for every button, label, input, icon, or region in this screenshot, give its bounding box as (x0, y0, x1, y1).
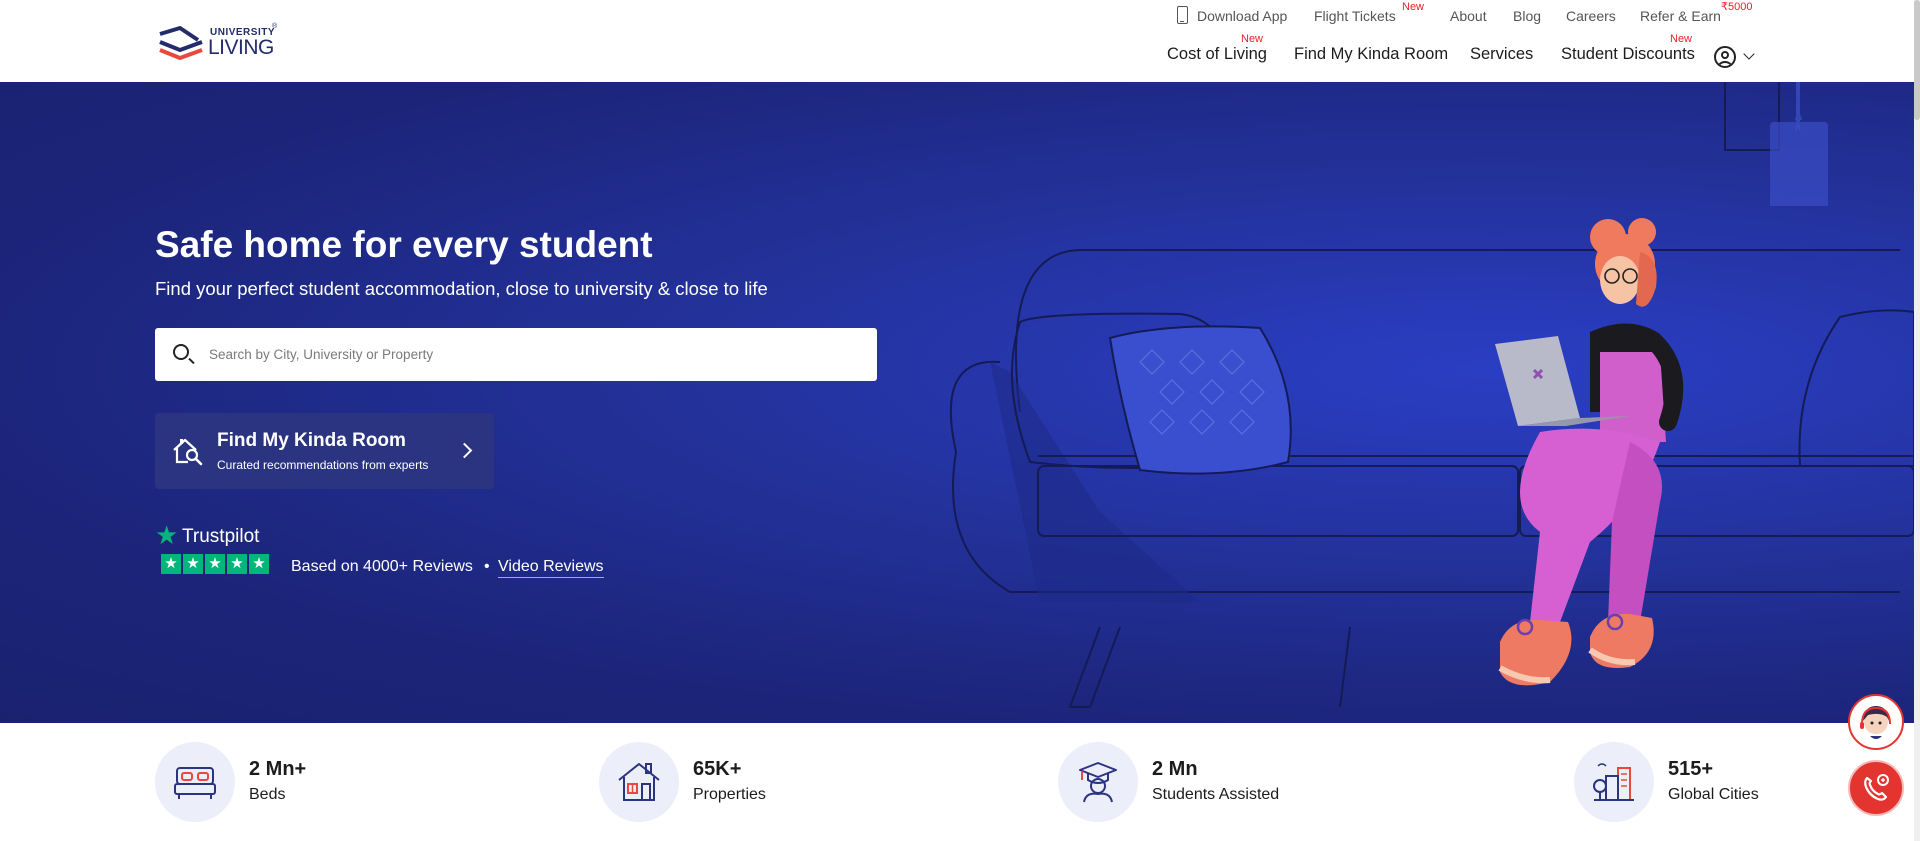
stat-value: 2 Mn+ (249, 758, 307, 780)
reviews-count-text: Based on 4000+ Reviews (291, 558, 473, 575)
mobile-phone-icon (1177, 6, 1188, 24)
stat-label: Properties (693, 786, 766, 803)
rating-star-icon: ★ (161, 554, 181, 574)
stat-icon-circle (155, 742, 235, 822)
stat-icon-circle (1574, 742, 1654, 822)
stat-label: Global Cities (1668, 786, 1759, 803)
search-bar[interactable] (155, 328, 877, 381)
chevron-down-icon[interactable] (1743, 48, 1755, 60)
stat-properties: 65K+ Properties (599, 742, 799, 822)
graduate-icon (1079, 762, 1117, 803)
stat-global-cities: 515+ Global Cities (1574, 742, 1774, 822)
site-header: UNIVERSITY ® LIVING Download App Flight … (0, 0, 1920, 82)
find-my-kinda-room-card[interactable]: Find My Kinda Room Curated recommendatio… (155, 413, 494, 489)
flight-tickets-label: Flight Tickets (1314, 8, 1396, 24)
house-search-icon (173, 438, 203, 466)
search-icon (173, 344, 189, 360)
video-reviews-link[interactable]: Video Reviews (498, 558, 604, 578)
careers-label: Careers (1566, 8, 1616, 24)
rating-star-icon: ★ (249, 554, 269, 574)
stat-icon-circle (599, 742, 679, 822)
refer-earn-amount-badge: ₹5000 (1721, 1, 1753, 13)
flight-tickets-new-badge: New (1402, 1, 1425, 13)
user-account-icon[interactable] (1714, 46, 1736, 68)
download-app-link[interactable]: Download App (1177, 6, 1288, 24)
nav-services-label: Services (1470, 45, 1534, 63)
house-icon (618, 763, 660, 801)
cost-of-living-new-badge: New (1241, 33, 1264, 45)
stat-label: Beds (249, 786, 286, 803)
hero-illustration (949, 82, 1914, 708)
stat-value: 65K+ (693, 758, 742, 780)
rating-star-icon: ★ (227, 554, 247, 574)
logo-text-living: LIVING (208, 36, 274, 59)
trustpilot-logo-star-icon: ★ (155, 520, 179, 550)
flight-tickets-link[interactable]: Flight Tickets (1314, 8, 1396, 24)
stats-strip: 2 Mn+ Beds 65K+ Properties 2 Mn Students… (0, 723, 1914, 841)
trustpilot-rating-stars: ★ ★ ★ ★ ★ (161, 554, 269, 574)
rating-star-icon: ★ (183, 554, 203, 574)
stat-value: 515+ (1668, 758, 1714, 780)
chevron-right-icon (456, 442, 473, 459)
fmkr-card-subtitle: Curated recommendations from experts (217, 458, 429, 472)
student-discounts-new-badge: New (1670, 33, 1693, 45)
fmkr-card-title: Find My Kinda Room (217, 430, 406, 451)
about-link[interactable]: About (1450, 8, 1487, 24)
download-app-label: Download App (1197, 8, 1288, 24)
city-icon (1593, 763, 1634, 801)
refer-earn-label: Refer & Earn (1640, 8, 1721, 24)
nav-cost-of-living-label: Cost of Living (1167, 45, 1267, 63)
search-input[interactable] (209, 328, 859, 381)
hero-title: Safe home for every student (155, 224, 653, 265)
hero-section: Safe home for every student Find your pe… (0, 82, 1914, 723)
careers-link[interactable]: Careers (1566, 8, 1616, 24)
refer-earn-link[interactable]: Refer & Earn (1640, 8, 1721, 24)
stat-students-assisted: 2 Mn Students Assisted (1058, 742, 1318, 822)
logo-chevrons-icon (159, 26, 203, 60)
bed-icon (174, 767, 216, 799)
nav-cost-of-living[interactable]: Cost of Living (1167, 45, 1267, 64)
top-utility-nav: Download App Flight Tickets New About Bl… (0, 1, 1920, 28)
nav-student-discounts[interactable]: Student Discounts (1561, 45, 1695, 64)
nav-services[interactable]: Services (1470, 45, 1533, 64)
phone-call-icon (1864, 774, 1889, 801)
support-chat-button[interactable] (1848, 694, 1904, 750)
stat-value: 2 Mn (1152, 758, 1198, 780)
blog-link[interactable]: Blog (1513, 8, 1541, 24)
page-scrollbar-thumb[interactable] (1914, 0, 1920, 120)
reviews-separator: • (484, 558, 490, 575)
support-agent-icon (1860, 706, 1891, 739)
stat-icon-circle (1058, 742, 1138, 822)
trustpilot-brand: Trustpilot (182, 526, 260, 547)
blog-label: Blog (1513, 8, 1542, 24)
call-button[interactable] (1848, 760, 1904, 816)
page-scrollbar-track[interactable] (1914, 0, 1920, 841)
stat-label: Students Assisted (1152, 786, 1280, 803)
university-living-logo[interactable]: UNIVERSITY ® LIVING (158, 22, 283, 64)
stat-beds: 2 Mn+ Beds (155, 742, 355, 822)
nav-find-my-kinda-room-label: Find My Kinda Room (1294, 45, 1449, 63)
hero-subtitle: Find your perfect student accommodation,… (155, 278, 768, 299)
nav-student-discounts-label: Student Discounts (1561, 45, 1695, 63)
rating-star-icon: ★ (205, 554, 225, 574)
nav-find-my-kinda-room[interactable]: Find My Kinda Room (1294, 45, 1448, 64)
about-label: About (1450, 8, 1487, 24)
